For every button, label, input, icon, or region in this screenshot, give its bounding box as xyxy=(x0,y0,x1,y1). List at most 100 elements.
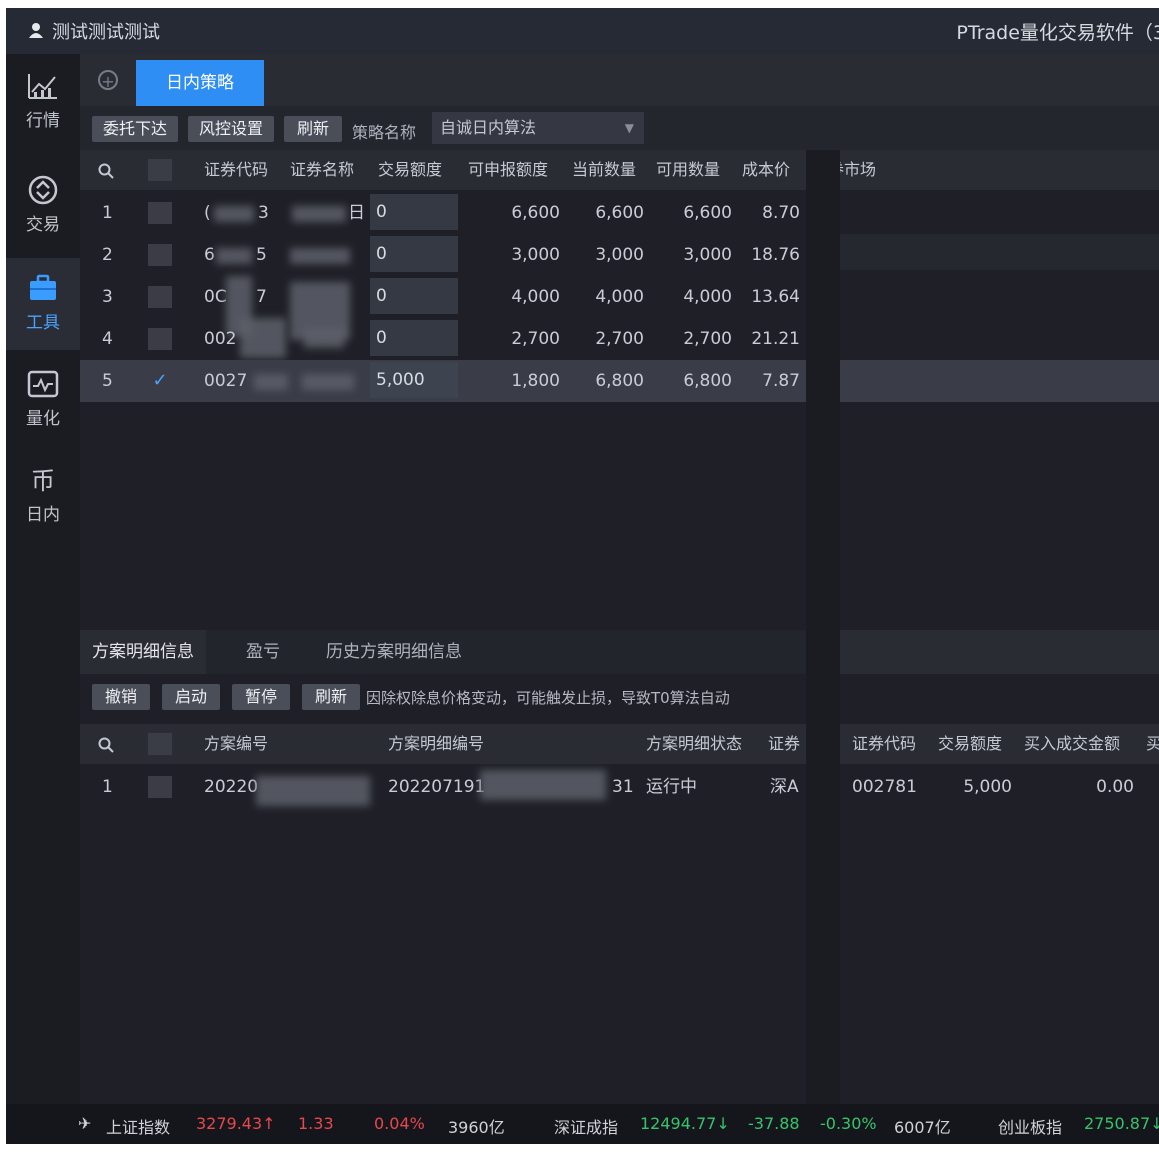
sidebar-label: 日内 xyxy=(26,505,60,525)
sz-index-label: 深证成指 xyxy=(554,1118,619,1137)
sh-index-volume: 3960亿 xyxy=(448,1118,505,1137)
refresh-plan-button[interactable]: 刷新 xyxy=(302,684,360,710)
table-row[interactable]: 2 6 5 0 3,000 3,000 3,000 18.76 xyxy=(80,234,806,276)
cost-price: 7.87 xyxy=(762,371,800,391)
avail-quota: 2,700 xyxy=(511,329,560,349)
sidebar-item-tools[interactable]: 工具 xyxy=(6,258,80,350)
quota-input[interactable]: 0 xyxy=(370,194,458,230)
add-tab-button[interactable]: + xyxy=(98,70,118,91)
row-checkbox[interactable] xyxy=(148,202,172,224)
security-code-tail: 5 xyxy=(256,245,267,265)
plan-table-header: 方案编号 方案明细编号 方案明细状态 证券 xyxy=(80,724,806,764)
notice-text: 因除权除息价格变动，可能触发止损，导致T0算法自动 xyxy=(366,689,730,707)
table-row[interactable]: 1 20220 202207191 31 运行中 深A xyxy=(80,766,806,808)
col-detail-no[interactable]: 方案明细编号 xyxy=(388,724,484,764)
col-usable-qty[interactable]: 可用数量 xyxy=(656,150,720,190)
col-cost[interactable]: 成本价 xyxy=(742,150,790,190)
quota-input[interactable]: 0 xyxy=(370,320,458,356)
col-detail-status[interactable]: 方案明细状态 xyxy=(646,724,742,764)
tab-bar: + 日内策略 xyxy=(80,54,1159,106)
row-checkbox[interactable] xyxy=(148,328,172,350)
row-checkbox[interactable] xyxy=(148,776,172,798)
cy-index-value: 2750.87↓ xyxy=(1084,1114,1159,1133)
chart-icon xyxy=(28,74,57,99)
sh-index-label: 上证指数 xyxy=(106,1118,171,1137)
user-account[interactable]: 测试测试测试 xyxy=(28,18,160,44)
col-quota[interactable]: 交易额度 xyxy=(378,150,442,190)
current-qty: 4,000 xyxy=(595,287,644,307)
refresh-button[interactable]: 刷新 xyxy=(284,116,342,142)
row-checkbox-checked[interactable]: ✓ xyxy=(148,370,172,392)
quant-icon xyxy=(27,370,59,398)
tab-intraday-strategy[interactable]: 日内策略 xyxy=(136,60,264,106)
lower-tab-bar-right xyxy=(840,630,1159,674)
strategy-name-label: 策略名称 xyxy=(352,123,417,142)
pause-button[interactable]: 暂停 xyxy=(232,684,290,710)
search-icon[interactable] xyxy=(98,150,114,190)
col-security[interactable]: 证券 xyxy=(768,724,800,764)
quota-input[interactable]: 0 xyxy=(370,236,458,272)
sidebar-item-trade[interactable]: 交易 xyxy=(6,160,80,252)
current-qty: 6,800 xyxy=(595,371,644,391)
pane-divider[interactable] xyxy=(806,150,840,1144)
tab-plan-details[interactable]: 方案明细信息 xyxy=(80,630,206,674)
table-row-right[interactable]: 002781 5,000 0.00 xyxy=(840,766,1159,808)
col-quota[interactable]: 交易额度 xyxy=(938,724,1002,764)
plan-table-header-right: 证券代码 交易额度 买入成交金额 买 xyxy=(840,724,1159,764)
sidebar-label: 行情 xyxy=(26,111,60,131)
revoke-button[interactable]: 撤销 xyxy=(92,684,150,710)
security-code: 002 xyxy=(204,329,237,349)
pin-icon[interactable]: ✈ xyxy=(78,1114,91,1133)
market-status-bar: ✈ 上证指数 3279.43↑ 1.33 0.04% 3960亿 深证成指 12… xyxy=(6,1104,1159,1144)
tab-history-plan-details[interactable]: 历史方案明细信息 xyxy=(314,630,474,674)
sidebar-item-quant[interactable]: 量化 xyxy=(6,354,80,446)
search-icon[interactable] xyxy=(98,724,114,764)
table-row[interactable]: 3 0C 7 0 4,000 4,000 4,000 13.64 xyxy=(80,276,806,340)
trade-quota: 5,000 xyxy=(963,777,1012,797)
sh-index-change: 1.33 xyxy=(298,1114,334,1133)
risk-settings-button[interactable]: 风控设置 xyxy=(188,116,274,142)
check-icon: ✓ xyxy=(152,370,168,391)
row-index: 2 xyxy=(102,245,113,265)
col-name[interactable]: 证券名称 xyxy=(290,150,354,190)
avail-quota: 4,000 xyxy=(511,287,560,307)
sidebar-label: 交易 xyxy=(26,215,60,235)
quota-input[interactable]: 0 xyxy=(370,278,458,314)
table-row[interactable]: 4 002 0 2,700 2,700 2,700 21.21 xyxy=(80,318,806,360)
col-buy-amount[interactable]: 买入成交金额 xyxy=(1024,724,1120,764)
strategy-toolbar: 委托下达 风控设置 刷新 策略名称 自诚日内算法 ▼ xyxy=(80,106,1159,150)
col-avail-quota[interactable]: 可申报额度 xyxy=(468,150,548,190)
quota-input[interactable]: 5,000 xyxy=(370,362,458,398)
row-checkbox[interactable] xyxy=(148,244,172,266)
col-plan-no[interactable]: 方案编号 xyxy=(204,724,268,764)
select-all-checkbox[interactable] xyxy=(148,159,172,181)
sidebar-item-market[interactable]: 行情 xyxy=(6,56,80,148)
security-market: 深A xyxy=(770,777,799,797)
security-code: 0C xyxy=(204,287,227,307)
start-button[interactable]: 启动 xyxy=(162,684,220,710)
sidebar-item-intraday[interactable]: 币 日内 xyxy=(6,450,80,542)
redacted-code xyxy=(216,248,252,264)
table-row[interactable]: 1 ( 3 日 0 6,600 6,600 6,600 8.70 xyxy=(80,192,806,234)
security-code: ( xyxy=(204,203,211,223)
select-all-checkbox[interactable] xyxy=(148,733,172,755)
col-code[interactable]: 证券代码 xyxy=(204,150,268,190)
row-checkbox[interactable] xyxy=(148,286,172,308)
redacted-name xyxy=(302,374,354,390)
col-current-qty[interactable]: 当前数量 xyxy=(572,150,636,190)
usable-qty: 6,600 xyxy=(683,203,732,223)
sidebar-label: 量化 xyxy=(26,409,60,429)
strategy-select[interactable]: 自诚日内算法 ▼ xyxy=(432,112,644,144)
cost-price: 8.70 xyxy=(762,203,800,223)
tab-profit-loss[interactable]: 盈亏 xyxy=(234,630,292,674)
svg-text:币: 币 xyxy=(31,467,55,495)
submit-order-button[interactable]: 委托下达 xyxy=(92,116,178,142)
redacted-name xyxy=(304,328,344,348)
redacted-code xyxy=(254,374,288,390)
col-buy[interactable]: 买 xyxy=(1146,724,1159,764)
redacted-detail-no xyxy=(480,770,606,800)
col-code[interactable]: 证券代码 xyxy=(852,724,916,764)
sz-index-pct: -0.30% xyxy=(820,1114,877,1133)
table-row-selected[interactable]: 5 ✓ 0027 5,000 1,800 6,800 6,800 7.87 xyxy=(80,360,806,402)
app-title: PTrade量化交易软件（3 xyxy=(956,22,1159,44)
